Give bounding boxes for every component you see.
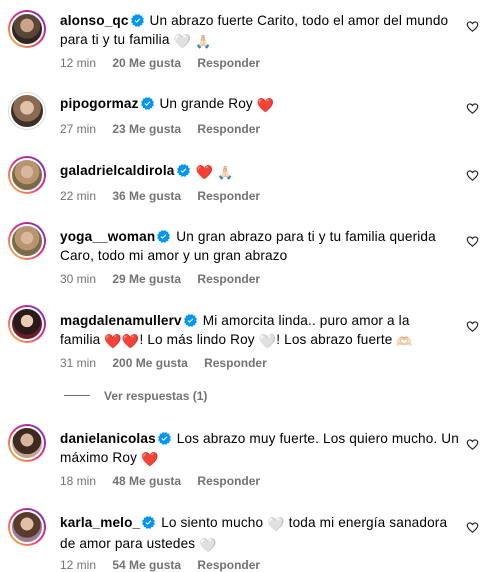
red-heart-icon: ❤️ (104, 333, 122, 349)
comment-time: 27 min (60, 122, 97, 136)
comment-meta: 12 min 54 Me gusta Responder (60, 558, 273, 572)
reply-button[interactable]: Responder (204, 356, 267, 370)
like-heart-icon[interactable] (466, 20, 479, 33)
view-replies-label[interactable]: Ver respuestas (1) (104, 389, 207, 403)
comment-text: Mi amorcita linda.. puro amor a la (202, 313, 410, 328)
heart-hands-icon: 🫶🏻 (396, 334, 413, 349)
red-heart-icon: ❤️ (195, 164, 214, 180)
comment-time: 31 min (60, 356, 97, 370)
comment-text: Caro, todo mi amor y un gran abrazo (60, 248, 288, 263)
red-heart-icon: ❤️ (121, 333, 140, 349)
comment-text: ! Lo más lindo Roy (139, 332, 255, 347)
like-heart-icon[interactable] (466, 438, 479, 451)
comment-text: Un abrazo fuerte Carito, todo el amor de… (149, 13, 449, 28)
comment-body: galadrielcaldirola ❤️ 🙏🏻 (60, 161, 460, 182)
verified-badge-icon (177, 164, 190, 177)
comment-username[interactable]: danielanicolas (60, 431, 156, 446)
comment-body: karla_melo_ Lo siento mucho 🤍 toda mi en… (60, 513, 460, 555)
comment-meta: 30 min 29 Me gusta Responder (60, 272, 273, 286)
likes-count[interactable]: 23 Me gusta (112, 122, 181, 136)
comment-username[interactable]: alonso_qc (60, 13, 129, 28)
comment-meta: 18 min 48 Me gusta Responder (60, 474, 273, 488)
verified-badge-icon (158, 432, 171, 445)
reply-button[interactable]: Responder (197, 122, 260, 136)
comment-meta: 31 min 200 Me gusta Responder (60, 356, 280, 370)
reply-button[interactable]: Responder (197, 272, 260, 286)
comment-time: 30 min (60, 272, 97, 286)
comment-meta: 22 min 36 Me gusta Responder (60, 189, 273, 203)
reply-button[interactable]: Responder (197, 56, 260, 70)
avatar[interactable] (8, 508, 46, 546)
red-heart-icon: ❤️ (140, 451, 159, 467)
praying-hands-icon: 🙏🏻 (195, 34, 212, 49)
likes-count[interactable]: 36 Me gusta (112, 189, 181, 203)
likes-count[interactable]: 54 Me gusta (112, 558, 181, 572)
white-heart-icon: 🤍 (258, 333, 277, 349)
comment-username[interactable]: galadrielcaldirola (60, 163, 175, 178)
comment-meta: 27 min 23 Me gusta Responder (60, 122, 273, 136)
comment-username[interactable]: karla_melo_ (60, 515, 140, 530)
praying-hands-icon: 🙏🏻 (217, 165, 234, 180)
red-heart-icon: ❤️ (256, 97, 275, 113)
comment-text: Lo siento mucho (161, 515, 264, 530)
comment-text: de amor para ustedes (60, 536, 196, 551)
comment-text: toda mi energía sanadora (288, 515, 448, 530)
comment-text: Un grande Roy (159, 96, 253, 111)
comment-body: alonso_qc Un abrazo fuerte Carito, todo … (60, 11, 460, 51)
replies-divider (64, 395, 90, 396)
verified-badge-icon (142, 516, 155, 529)
reply-button[interactable]: Responder (197, 474, 260, 488)
likes-count[interactable]: 200 Me gusta (112, 356, 187, 370)
comment-text: para ti y tu familia (60, 32, 170, 47)
view-replies-button[interactable]: Ver respuestas (1) (64, 389, 207, 403)
verified-badge-icon (157, 230, 170, 243)
comment-body: magdalenamullerv Mi amorcita linda.. pur… (60, 311, 460, 351)
comment-body: yoga__woman Un gran abrazo para ti y tu … (60, 227, 460, 265)
like-heart-icon[interactable] (466, 102, 479, 115)
comment-time: 12 min (60, 558, 97, 572)
avatar[interactable] (8, 305, 46, 343)
comment-username[interactable]: pipogormaz (60, 96, 139, 111)
comment-username[interactable]: yoga__woman (60, 229, 155, 244)
like-heart-icon[interactable] (466, 169, 479, 182)
reply-button[interactable]: Responder (197, 558, 260, 572)
comment-text: Un gran abrazo para ti y tu familia quer… (176, 229, 436, 244)
verified-badge-icon (131, 14, 144, 27)
comment-text: ! Los abrazo fuerte (276, 332, 393, 347)
likes-count[interactable]: 20 Me gusta (112, 56, 181, 70)
like-heart-icon[interactable] (466, 521, 479, 534)
comment-body: danielanicolas Los abrazo muy fuerte. Lo… (60, 429, 460, 469)
white-heart-icon: 🤍 (267, 516, 285, 532)
verified-badge-icon (184, 314, 197, 327)
white-heart-icon: 🤍 (199, 537, 217, 553)
comment-text: familia (60, 332, 101, 347)
likes-count[interactable]: 48 Me gusta (112, 474, 181, 488)
white-heart-icon: 🤍 (173, 33, 192, 49)
verified-badge-icon (141, 97, 154, 110)
comment-meta: 12 min 20 Me gusta Responder (60, 56, 273, 70)
avatar[interactable] (8, 424, 46, 462)
comment-time: 12 min (60, 56, 97, 70)
comment-time: 22 min (60, 189, 97, 203)
comment-time: 18 min (60, 474, 97, 488)
avatar[interactable] (8, 10, 46, 48)
avatar[interactable] (8, 222, 46, 260)
like-heart-icon[interactable] (466, 235, 479, 248)
like-heart-icon[interactable] (466, 320, 479, 333)
comment-text: máximo Roy (60, 450, 138, 465)
comment-body: pipogormaz Un grande Roy ❤️ (60, 94, 460, 115)
reply-button[interactable]: Responder (197, 189, 260, 203)
comment-username[interactable]: magdalenamullerv (60, 313, 182, 328)
avatar[interactable] (8, 92, 46, 130)
likes-count[interactable]: 29 Me gusta (112, 272, 181, 286)
avatar[interactable] (8, 156, 46, 194)
comment-text: Los abrazo muy fuerte. Los quiero mucho.… (176, 431, 459, 446)
